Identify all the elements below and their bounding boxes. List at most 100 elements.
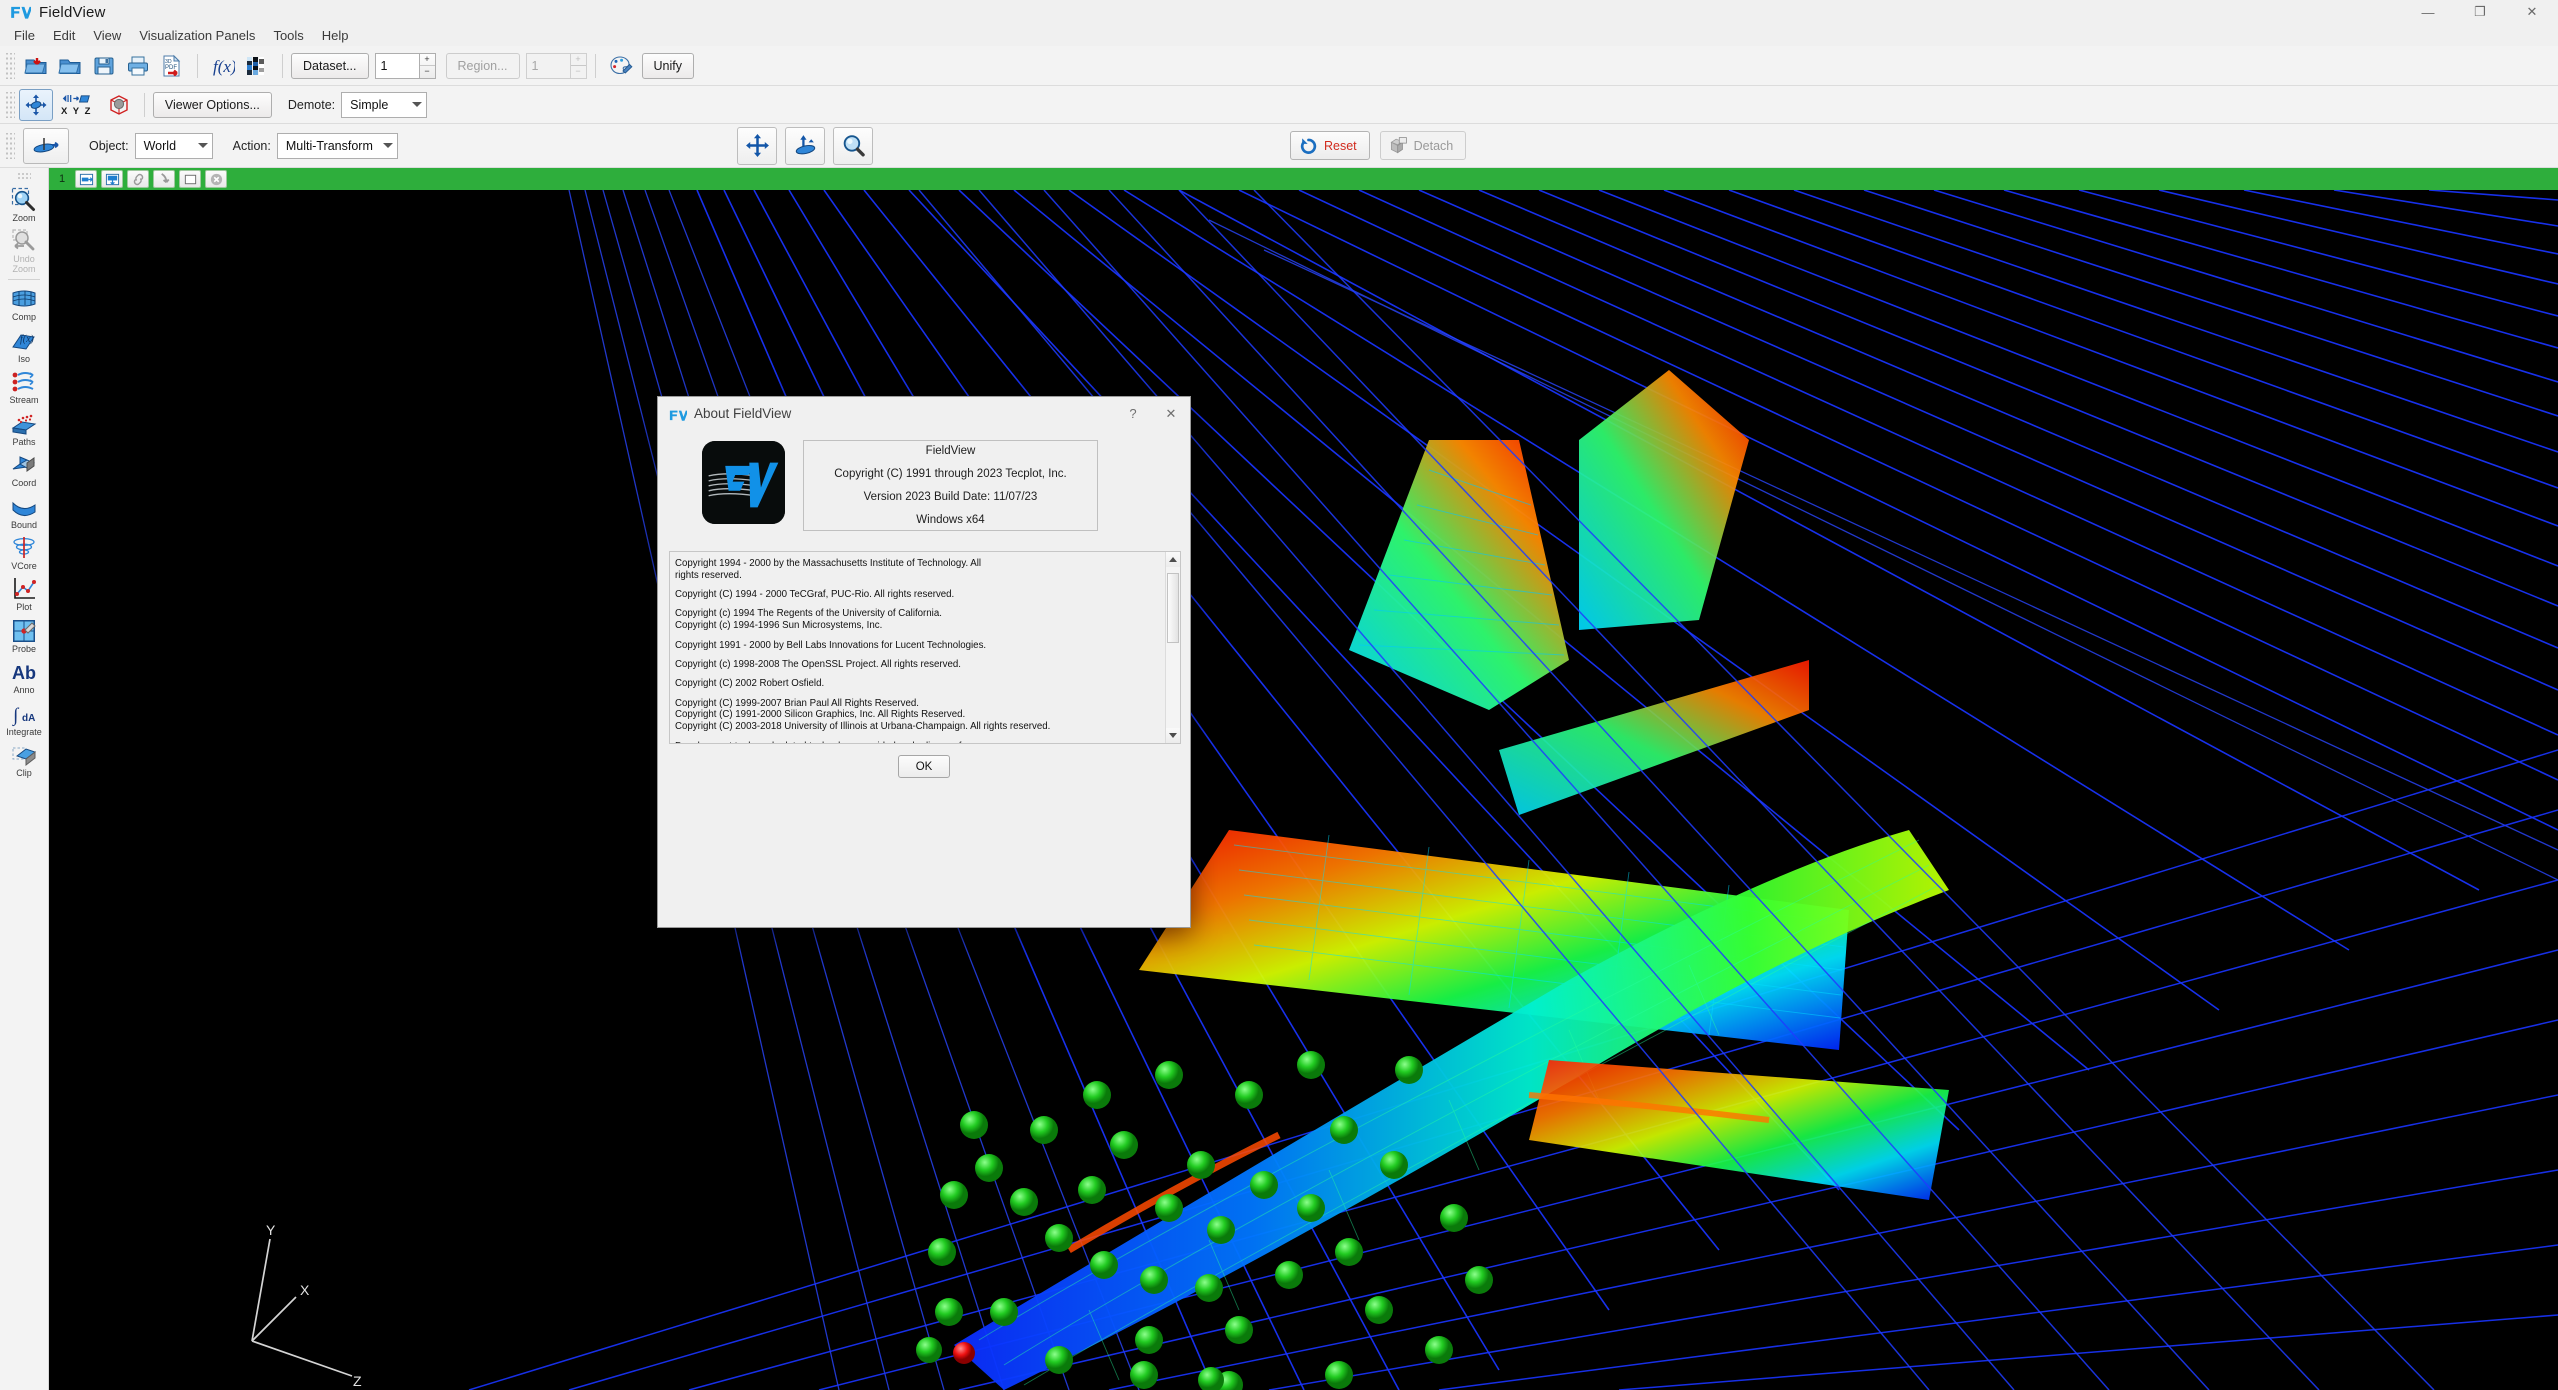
scroll-down-button[interactable] (1166, 728, 1180, 743)
detach-button[interactable]: Detach (1379, 131, 1467, 160)
demote-label: Demote: (287, 97, 336, 112)
save-floppy-icon[interactable] (89, 51, 119, 81)
color-palette-icon[interactable] (606, 51, 636, 81)
close-view-button[interactable] (205, 170, 228, 188)
link-views-button[interactable] (127, 170, 150, 188)
sidebar-item-vcore[interactable]: VCore (1, 532, 47, 573)
sidebar-item-label: Plot (16, 602, 32, 613)
reset-button[interactable]: Reset (1290, 131, 1370, 160)
axis-label-x: X (300, 1282, 310, 1298)
sidebar-item-comp[interactable]: Comp (1, 283, 47, 324)
sidebar-item-coord[interactable]: Coord (1, 449, 47, 490)
dataset-input[interactable] (374, 52, 419, 79)
xyz-mirror-button[interactable]: X Y Z (61, 92, 92, 117)
viewer-options-button[interactable]: Viewer Options... (152, 91, 272, 118)
menu-tools[interactable]: Tools (264, 26, 312, 45)
dataset-stepper[interactable]: +− (374, 52, 436, 79)
undo-arrow-icon (1300, 138, 1317, 154)
sidebar-item-stream[interactable]: Stream (1, 366, 47, 407)
open-folder-icon[interactable] (55, 51, 85, 81)
license-scroll-area[interactable]: Copyright 1994 - 2000 by the Massachuset… (669, 551, 1181, 744)
toolbar-grip[interactable] (5, 52, 15, 79)
license-paragraph: Copyright 1991 - 2000 by Bell Labs Innov… (675, 639, 987, 651)
sidebar-item-label: Undo Zoom (12, 254, 36, 274)
transform-axes-icon[interactable] (19, 88, 53, 121)
region-stepper[interactable]: +− (525, 52, 587, 79)
xy-plot-icon (11, 576, 38, 602)
export-3dpdf-icon[interactable]: 3D PDF (157, 51, 187, 81)
menu-help[interactable]: Help (313, 26, 358, 45)
sidebar-item-iso[interactable]: f(x) Iso (1, 325, 47, 366)
function-fx-icon[interactable]: f(x) (208, 51, 238, 81)
license-paragraph: Copyright (C) 1999-2007 Brian Paul All R… (675, 697, 1051, 733)
sidebar-item-label: Bound (10, 519, 38, 530)
license-scrollbar[interactable] (1165, 552, 1180, 743)
sidebar-item-probe[interactable]: Probe (1, 615, 47, 656)
chevron-down-icon (412, 102, 423, 107)
sidebar-item-plot[interactable]: Plot (1, 573, 47, 614)
dataset-button[interactable]: Dataset... (291, 52, 369, 79)
computational-surface-icon (11, 286, 38, 312)
translate-tool-button[interactable] (737, 126, 777, 165)
dialog-help-button[interactable]: ? (1114, 397, 1152, 430)
menu-edit[interactable]: Edit (44, 26, 84, 45)
action-select[interactable]: Multi-Transform (276, 132, 398, 159)
colormap-icon[interactable] (242, 51, 272, 81)
sidebar-item-bound[interactable]: Bound (1, 491, 47, 532)
tool-sidebar: Zoom Undo Zoom Comp f(x) Iso Stream Path… (0, 168, 49, 1390)
scrollbar-thumb[interactable] (1167, 573, 1179, 643)
dialog-title-bar: About FieldView ? ✕ (658, 397, 1190, 430)
main-toolbar: 3D PDF f(x) Dataset... +− Region. (0, 46, 2558, 86)
split-right-button[interactable] (75, 170, 98, 188)
license-paragraph: Copyright 1994 - 2000 by the Massachuset… (675, 558, 982, 581)
minimize-button[interactable]: — (2402, 0, 2454, 24)
ok-button[interactable]: OK (898, 755, 950, 778)
sync-views-button[interactable] (153, 170, 176, 188)
split-down-button[interactable] (101, 170, 124, 188)
print-icon[interactable] (123, 51, 153, 81)
scroll-up-button[interactable] (1166, 552, 1180, 567)
maximize-view-button[interactable] (179, 170, 202, 188)
open-restart-icon[interactable] (21, 51, 51, 81)
toolbar-grip[interactable] (5, 132, 15, 159)
dialog-close-button[interactable]: ✕ (1152, 397, 1190, 430)
toolbar-separator (143, 92, 145, 117)
sidebar-item-label: Coord (11, 478, 37, 489)
license-text: Copyright 1994 - 2000 by the Massachuset… (670, 552, 1165, 743)
cfd-render-canvas[interactable] (49, 190, 2558, 1390)
sidebar-item-label: Comp (11, 312, 36, 323)
sidebar-grip[interactable] (17, 172, 31, 180)
menu-file[interactable]: File (5, 26, 44, 45)
dataset-stepper-arrows[interactable]: + − (418, 52, 436, 79)
sidebar-item-zoom[interactable]: Zoom (1, 184, 47, 225)
visualization-viewport[interactable]: 1 Y X Z (49, 168, 2558, 1390)
object-value: World (143, 138, 177, 153)
region-button[interactable]: Region... (445, 52, 520, 79)
view-actions: Reset Detach (1290, 131, 1467, 160)
object-select[interactable]: World (134, 132, 213, 159)
license-paragraph: Copyright (c) 1994 The Regents of the Un… (675, 608, 942, 632)
menu-view[interactable]: View (84, 26, 130, 45)
sidebar-item-label: Paths (12, 436, 36, 447)
sidebar-item-paths[interactable]: Paths (1, 408, 47, 449)
restore-button[interactable]: ❐ (2454, 0, 2506, 24)
unify-button[interactable]: Unify (641, 52, 695, 79)
region-stepper-arrows[interactable]: + − (569, 52, 587, 79)
demote-value: Simple (350, 97, 389, 112)
bounding-box-icon[interactable] (104, 90, 134, 120)
rotate-tool-button[interactable] (785, 126, 825, 165)
sidebar-item-undo-zoom[interactable]: Undo Zoom (1, 225, 47, 276)
close-button[interactable]: ✕ (2506, 0, 2558, 24)
toolbar-grip[interactable] (5, 91, 15, 118)
sidebar-item-anno[interactable]: Ab Anno (1, 656, 47, 697)
svg-text:Ab: Ab (12, 663, 36, 683)
zoom-tool-button[interactable] (833, 126, 873, 165)
scrollbar-track[interactable] (1166, 567, 1180, 728)
rotate-object-icon[interactable] (23, 127, 69, 164)
sidebar-item-integrate[interactable]: ∫ dA Integrate (1, 698, 47, 739)
region-input[interactable] (525, 52, 570, 79)
sidebar-item-clip[interactable]: Clip (1, 739, 47, 780)
svg-text:∫: ∫ (12, 705, 20, 727)
menu-visualization-panels[interactable]: Visualization Panels (130, 26, 264, 45)
demote-select[interactable]: Simple (341, 91, 428, 118)
